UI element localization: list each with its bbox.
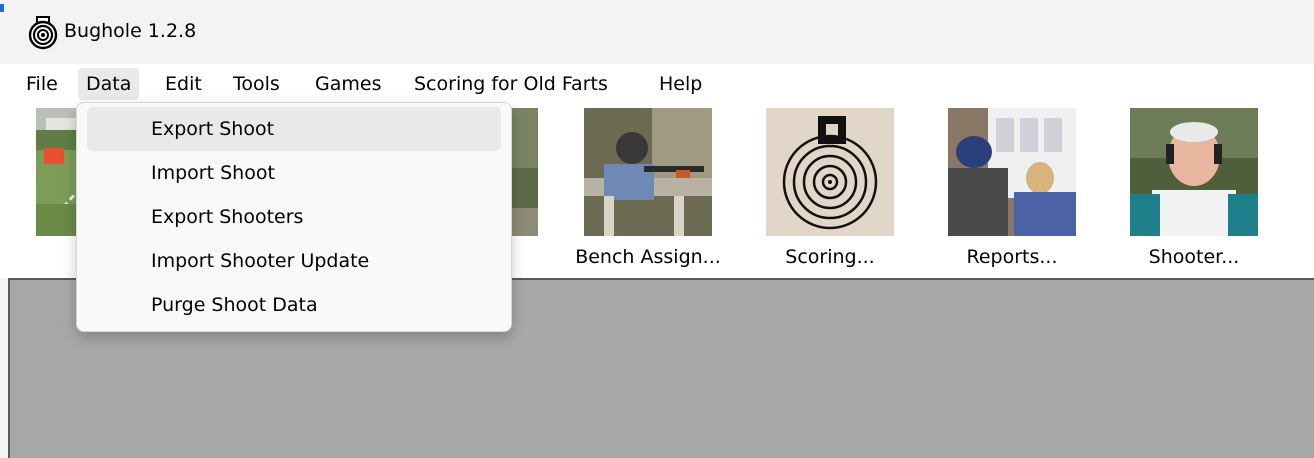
toolbar-label-scoring: Scoring... <box>785 246 875 268</box>
toolbar-label-shooter: Shooter... <box>1148 246 1240 268</box>
menu-item-export-shoot[interactable]: Export Shoot <box>87 107 501 151</box>
menu-file[interactable]: File <box>18 68 66 100</box>
data-menu-dropdown: Export Shoot Import Shoot Export Shooter… <box>76 102 512 332</box>
toolbar-label-reports: Reports... <box>966 246 1058 268</box>
menu-edit[interactable]: Edit <box>157 68 210 100</box>
toolbar-label-bench-assign: Bench Assign... <box>575 246 721 268</box>
menu-bar: File Data Edit Tools Games Scoring for O… <box>0 64 1314 102</box>
menu-data[interactable]: Data <box>78 68 140 100</box>
toolbar-button-scoring[interactable]: Scoring... <box>740 108 920 274</box>
toolbar-button-bench-assign[interactable]: Bench Assign... <box>558 108 738 274</box>
target-image <box>766 108 894 236</box>
target-icon <box>28 16 58 50</box>
menu-help[interactable]: Help <box>651 68 710 100</box>
menu-item-import-shooter-update[interactable]: Import Shooter Update <box>87 239 501 283</box>
toolbar-button-reports[interactable]: Reports... <box>922 108 1102 274</box>
menu-scoring-for-old-farts[interactable]: Scoring for Old Farts <box>406 68 616 100</box>
window-title: Bughole 1.2.8 <box>64 20 197 42</box>
scoreboard-people-photo <box>948 108 1076 236</box>
shooter-portrait-photo <box>1130 108 1258 236</box>
menu-item-purge-shoot-data[interactable]: Purge Shoot Data <box>87 283 501 327</box>
menu-tools[interactable]: Tools <box>225 68 288 100</box>
title-bar: Bughole 1.2.8 <box>0 0 1314 64</box>
bench-shooter-photo <box>584 108 712 236</box>
menu-item-export-shooters[interactable]: Export Shooters <box>87 195 501 239</box>
menu-item-import-shoot[interactable]: Import Shoot <box>87 151 501 195</box>
toolbar-button-shooter[interactable]: Shooter... <box>1104 108 1284 274</box>
window-corner-accent <box>0 4 4 12</box>
menu-games[interactable]: Games <box>307 68 389 100</box>
